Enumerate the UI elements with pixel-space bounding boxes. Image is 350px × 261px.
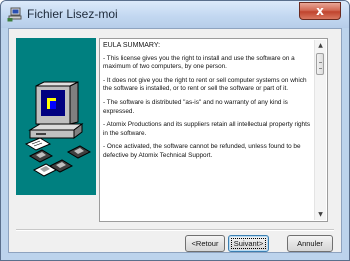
next-button[interactable]: Suivant> xyxy=(228,235,269,252)
close-icon: x xyxy=(316,4,324,18)
close-button[interactable]: x xyxy=(299,2,341,20)
window-title: Fichier Lisez-moi xyxy=(27,7,118,21)
eula-text: EULA SUMMARY: - This license gives you t… xyxy=(103,42,311,218)
separator xyxy=(16,229,334,231)
computer-illustration xyxy=(16,38,96,195)
eula-paragraph: - Once activated, the software cannot be… xyxy=(103,143,301,159)
title-bar[interactable]: Fichier Lisez-moi x xyxy=(1,1,349,28)
eula-paragraph: - Atomix Productions and its suppliers r… xyxy=(103,121,311,137)
eula-paragraph: - The software is distributed "as-is" an… xyxy=(103,98,288,115)
installer-app-icon xyxy=(7,7,22,22)
installer-window: Fichier Lisez-moi x EULA SUMMARY: - This… xyxy=(0,0,350,261)
next-button-label: Suivant> xyxy=(230,238,267,249)
scroll-thumb[interactable] xyxy=(316,53,324,75)
back-button[interactable]: <Retour xyxy=(185,235,225,252)
scroll-down-arrow-icon[interactable]: ▼ xyxy=(315,209,326,220)
scroll-up-arrow-icon[interactable]: ▲ xyxy=(315,40,326,51)
dialog-body: EULA SUMMARY: - This license gives you t… xyxy=(8,28,342,253)
computer-disks-icon xyxy=(24,81,92,177)
eula-heading: EULA SUMMARY: xyxy=(103,42,161,49)
eula-textbox[interactable]: EULA SUMMARY: - This license gives you t… xyxy=(99,38,328,222)
eula-scrollbar[interactable]: ▲ ▼ xyxy=(314,40,326,220)
eula-paragraph: - It does not give you the right to rent… xyxy=(103,76,307,93)
cancel-button[interactable]: Annuler xyxy=(287,235,333,252)
back-button-label: <Retour xyxy=(191,239,219,248)
cancel-button-label: Annuler xyxy=(297,239,323,248)
eula-paragraph: - This license gives you the right to in… xyxy=(103,54,295,71)
